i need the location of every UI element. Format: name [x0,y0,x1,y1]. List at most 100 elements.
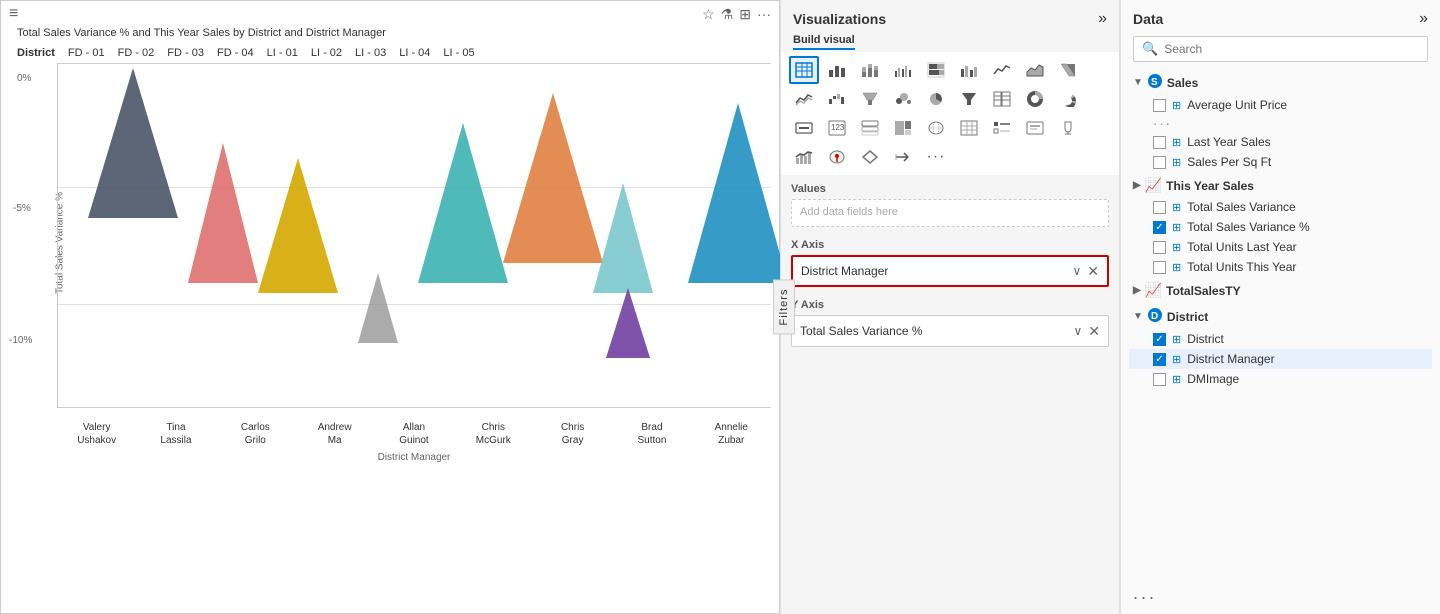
viz-icon-line[interactable] [987,56,1017,84]
viz-icon-area[interactable] [1020,56,1050,84]
viz-values-field[interactable]: Add data fields here [791,199,1109,227]
viz-icon-treemap[interactable] [888,114,918,142]
viz-icon-ribbon[interactable] [1053,56,1083,84]
tree-item-total-units-ty[interactable]: ⊞ Total Units This Year [1129,257,1432,277]
svg-text:S: S [1151,77,1158,88]
chart-plot [57,63,771,408]
viz-xaxis-remove[interactable]: ✕ [1087,263,1099,280]
viz-icon-diamond[interactable] [855,143,885,171]
viz-icon-arrow[interactable] [888,143,918,171]
viz-icon-matrix[interactable] [954,114,984,142]
viz-icon-table2[interactable] [987,85,1017,113]
viz-yaxis-remove[interactable]: ✕ [1088,323,1100,340]
y-tick-0: 0% [17,73,31,84]
viz-panel-expand[interactable]: » [1098,10,1107,28]
tree-item-district-manager[interactable]: ✓ ⊞ District Manager [1129,349,1432,369]
viz-icon-gauge[interactable] [1053,85,1083,113]
label-total-sales-var: Total Sales Variance [1187,200,1428,214]
x-label-lassila: TinaLassila [142,421,210,447]
viz-icon-textbox[interactable] [1020,114,1050,142]
tree-item-total-sales-var-pct[interactable]: ✓ ⊞ Total Sales Variance % [1129,217,1432,237]
viz-icon-grouped-bar2[interactable] [954,56,984,84]
viz-yaxis-label: Y Axis [791,299,1109,311]
tree-item-avg-unit-price[interactable]: ⊞ Average Unit Price [1129,95,1432,115]
viz-icon-barline[interactable] [789,143,819,171]
viz-yaxis-chevron[interactable]: ∨ [1073,324,1082,338]
viz-icon-slicer[interactable] [987,114,1017,142]
expand-icon[interactable]: ⊞ [739,6,751,23]
tree-item-dmimage[interactable]: ⊞ DMImage [1129,369,1432,389]
tree-item-sales-per-sq-ft[interactable]: ⊞ Sales Per Sq Ft [1129,152,1432,172]
viz-yaxis-field[interactable]: Total Sales Variance % ∨ ✕ [791,315,1109,347]
legend-item-li- 01: LI - 01 [264,47,298,59]
cb-sales-per-sq-ft[interactable] [1153,156,1166,169]
viz-icon-waterfall[interactable] [822,85,852,113]
y-tick-5: -5% [13,203,31,214]
label-district: District [1187,332,1428,346]
viz-icon-filter[interactable] [954,85,984,113]
filter-icon[interactable]: ⚗ [721,6,734,23]
viz-icon-pie[interactable] [921,85,951,113]
chart-area: Total Sales Variance % 0% -5% -10% [57,63,771,463]
chart-legend: District FD - 01FD - 02FD - 03FD - 04LI … [1,43,779,63]
cb-dmimage[interactable] [1153,373,1166,386]
build-visual-tab[interactable]: Build visual [793,34,855,50]
more-icon[interactable]: ··· [757,6,771,22]
tree-group-totalsalesty-header[interactable]: ▶ 📈 TotalSalesTY [1129,279,1432,302]
filters-tab[interactable]: Filters [773,280,795,335]
legend-item-fd- 04: FD - 04 [214,47,254,59]
viz-icon-100bar[interactable] [921,56,951,84]
tree-item-district[interactable]: ✓ ⊞ District [1129,329,1432,349]
cb-avg-unit-price[interactable] [1153,99,1166,112]
cb-total-units-ly[interactable] [1153,241,1166,254]
data-panel-expand[interactable]: » [1419,10,1428,28]
search-input[interactable] [1164,42,1419,56]
measure-icon-ly: ⊞ [1172,136,1181,149]
viz-icon-stacked-bar[interactable] [855,56,885,84]
tree-group-district-header[interactable]: ▼ D District [1129,304,1432,329]
viz-icon-donut[interactable] [1020,85,1050,113]
cb-total-sales-var[interactable] [1153,201,1166,214]
viz-xaxis-chevron[interactable]: ∨ [1072,264,1081,278]
viz-xaxis-section: X Axis District Manager ∨ ✕ [781,233,1119,293]
cb-last-year-sales[interactable] [1153,136,1166,149]
cb-district-manager[interactable]: ✓ [1153,353,1166,366]
viz-icon-scatter2[interactable] [888,85,918,113]
measure-icon-avg: ⊞ [1172,99,1181,112]
x-label-guinot: AllanGuinot [380,421,448,447]
viz-icon-bar[interactable] [822,56,852,84]
viz-icon-scatter[interactable] [789,85,819,113]
viz-panel: Filters Visualizations » Build visual [780,0,1120,614]
tree-group-totalsalesty: ▶ 📈 TotalSalesTY [1129,279,1432,302]
tree-group-sales-header[interactable]: ▼ S Sales [1129,70,1432,95]
cb-total-units-ty[interactable] [1153,261,1166,274]
tree-group-this-year-header[interactable]: ▶ 📈 This Year Sales [1129,174,1432,197]
triangle-gray [593,183,653,293]
tree-item-total-units-ly[interactable]: ⊞ Total Units Last Year [1129,237,1432,257]
viz-xaxis-field[interactable]: District Manager ∨ ✕ [791,255,1109,287]
viz-icon-table[interactable] [789,56,819,84]
legend-item-li- 04: LI - 04 [396,47,430,59]
viz-icon-pin-map[interactable] [822,143,852,171]
viz-icon-more[interactable]: ··· [921,143,951,171]
data-search-box[interactable]: 🔍 [1133,36,1428,62]
tree-item-last-year-sales[interactable]: ⊞ Last Year Sales [1129,132,1432,152]
viz-icon-card[interactable] [789,114,819,142]
cb-total-sales-var-pct[interactable]: ✓ [1153,221,1166,234]
viz-icon-kpi[interactable]: 123 [822,114,852,142]
viz-icon-clustered-bar[interactable] [888,56,918,84]
drag-handle-icon: ≡ [9,5,18,23]
viz-icon-multirow-card[interactable] [855,114,885,142]
label-total-units-ly: Total Units Last Year [1187,240,1428,254]
viz-icon-trophy[interactable] [1053,114,1083,142]
tree-item-total-sales-var[interactable]: ⊞ Total Sales Variance [1129,197,1432,217]
label-total-sales-var-pct: Total Sales Variance % [1187,220,1428,234]
viz-panel-title: Visualizations [793,11,886,27]
viz-icon-map[interactable] [921,114,951,142]
pin-icon[interactable]: ☆ [702,6,715,23]
x-label-gray: ChrisGray [539,421,607,447]
triangle-ma [358,273,398,343]
viz-icon-funnel[interactable] [855,85,885,113]
cb-district[interactable]: ✓ [1153,333,1166,346]
label-district-manager: District Manager [1187,352,1428,366]
